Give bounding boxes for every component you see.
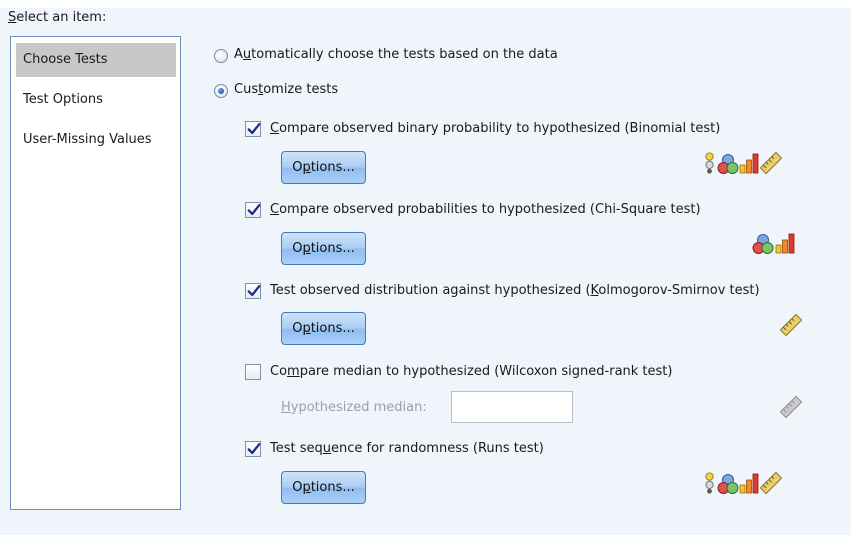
sidebar-item-label: Choose Tests — [23, 52, 108, 67]
hypothesized-median-field[interactable] — [451, 391, 573, 423]
checkmark-icon — [247, 284, 261, 298]
bar-chart-icon — [739, 472, 759, 494]
wilcoxon-test-checkbox[interactable] — [245, 364, 261, 380]
bar-chart-icon — [739, 152, 759, 174]
item-listbox[interactable]: Choose Tests Test Options User-Missing V… — [10, 36, 181, 510]
nominal-icon — [704, 152, 715, 174]
runs-test-label[interactable]: Test sequence for randomness (Runs test) — [270, 441, 544, 456]
ordinal-icon — [717, 153, 739, 175]
ruler-icon — [780, 314, 802, 336]
binomial-test-checkbox[interactable] — [245, 121, 261, 137]
ks-test-checkbox[interactable] — [245, 283, 261, 299]
ordinal-icon — [717, 473, 739, 495]
checkmark-icon — [247, 442, 261, 456]
top-strip — [0, 0, 851, 8]
chi-square-measurement-icons — [752, 230, 812, 256]
runs-options-button[interactable]: Options... — [281, 471, 366, 504]
auto-choose-label[interactable]: Automatically choose the tests based on … — [234, 47, 558, 62]
sidebar-item-user-missing-values[interactable]: User-Missing Values — [16, 123, 176, 157]
checkmark-icon — [247, 203, 261, 217]
binomial-test-label[interactable]: Compare observed binary probability to h… — [270, 121, 720, 136]
select-item-label: Select an item: — [8, 10, 106, 25]
runs-measurement-icons — [704, 470, 808, 496]
customize-tests-radio[interactable] — [214, 84, 228, 98]
binomial-measurement-icons — [704, 150, 808, 176]
sidebar-item-test-options[interactable]: Test Options — [16, 83, 176, 117]
wilcoxon-measurement-icons — [780, 396, 808, 422]
checkmark-icon — [247, 122, 261, 136]
sidebar-item-label: User-Missing Values — [23, 132, 152, 147]
ruler-icon — [760, 472, 782, 494]
ks-options-button[interactable]: Options... — [281, 312, 366, 345]
nominal-icon — [704, 472, 715, 494]
ruler-disabled-icon — [780, 396, 802, 418]
hypothesized-median-label: Hypothesized median: — [281, 400, 427, 415]
binomial-options-button[interactable]: Options... — [281, 151, 366, 184]
runs-test-checkbox[interactable] — [245, 441, 261, 457]
ks-measurement-icons — [780, 314, 808, 340]
chi-square-options-button[interactable]: Options... — [281, 232, 366, 265]
auto-choose-radio[interactable] — [214, 49, 228, 63]
bar-chart-icon — [775, 232, 795, 254]
ks-test-label[interactable]: Test observed distribution against hypot… — [270, 283, 760, 298]
sidebar-item-choose-tests[interactable]: Choose Tests — [16, 43, 176, 77]
ordinal-icon — [752, 233, 774, 255]
customize-tests-label[interactable]: Customize tests — [234, 82, 338, 97]
chi-square-test-label[interactable]: Compare observed probabilities to hypoth… — [270, 202, 701, 217]
ruler-icon — [760, 152, 782, 174]
wilcoxon-test-label[interactable]: Compare median to hypothesized (Wilcoxon… — [270, 364, 672, 379]
chi-square-test-checkbox[interactable] — [245, 202, 261, 218]
select-item-label-text: elect an item: — [16, 10, 107, 25]
sidebar-item-label: Test Options — [23, 92, 103, 107]
